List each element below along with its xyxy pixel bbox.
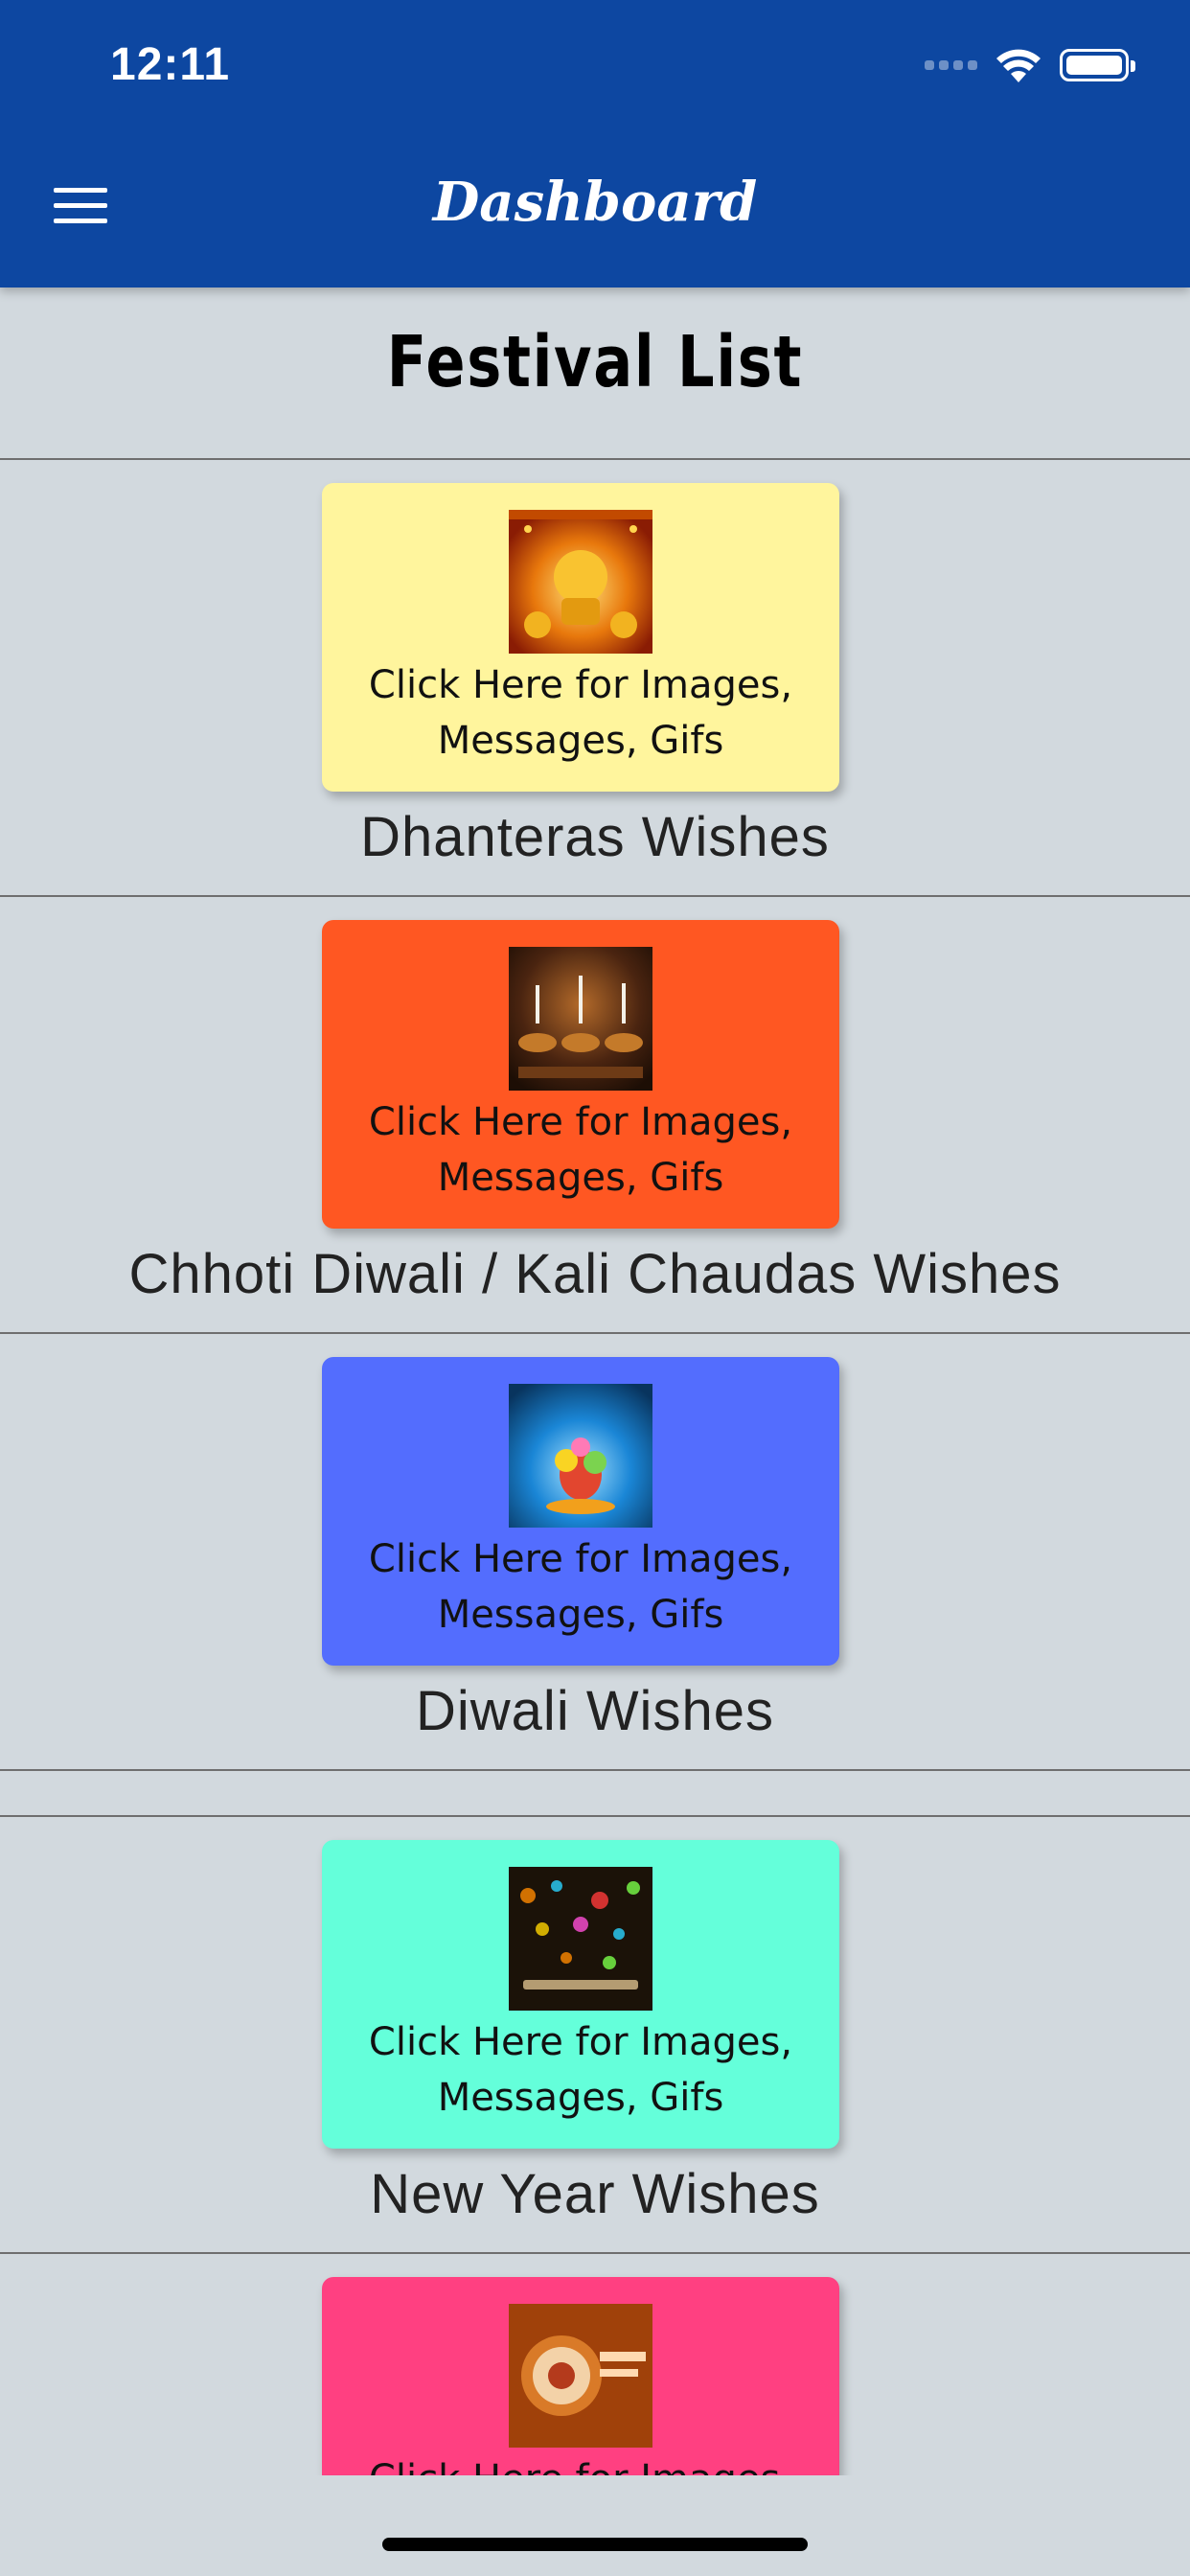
new-year-thumbnail [509,1867,652,2011]
diwali-thumbnail [509,1384,652,1528]
festival-card-dhanteras[interactable]: Click Here for Images, Messages, Gifs [322,483,839,792]
festival-card-diwali[interactable]: Click Here for Images, Messages, Gifs [322,1357,839,1666]
festival-name: New Year Wishes [370,2163,820,2225]
card-caption: Click Here for Images, Messages, Gifs [322,2451,839,2475]
festival-name: Dhanteras Wishes [360,806,830,868]
dhanteras-thumbnail [509,510,652,654]
festival-name: Chhoti Diwali / Kali Chaudas Wishes [128,1243,1062,1305]
card-caption: Click Here for Images, Messages, Gifs [368,1100,793,1200]
festival-list[interactable]: Festival List Click Here for Images, Mes… [0,0,1190,2475]
festival-name: Diwali Wishes [416,1680,774,1742]
festival-card-chhoti-diwali[interactable]: Click Here for Images, Messages, Gifs [322,920,839,1229]
festival-5-thumbnail [509,2304,652,2448]
card-caption: Click Here for Images, Messages, Gifs [368,663,793,763]
divider [0,458,1190,460]
card-caption: Click Here for Images, Messages, Gifs [368,1537,793,1637]
divider [0,2252,1190,2254]
festival-card-5[interactable]: Click Here for Images, Messages, Gifs [322,2277,839,2475]
divider [0,1815,1190,1817]
card-caption: Click Here for Images, Messages, Gifs [368,2020,793,2120]
chhoti-diwali-thumbnail [509,947,652,1091]
divider [0,1769,1190,1771]
divider [0,895,1190,897]
section-title: Festival List [386,321,804,403]
home-indicator[interactable] [382,2538,808,2551]
festival-card-new-year[interactable]: Click Here for Images, Messages, Gifs [322,1840,839,2149]
divider [0,1332,1190,1334]
